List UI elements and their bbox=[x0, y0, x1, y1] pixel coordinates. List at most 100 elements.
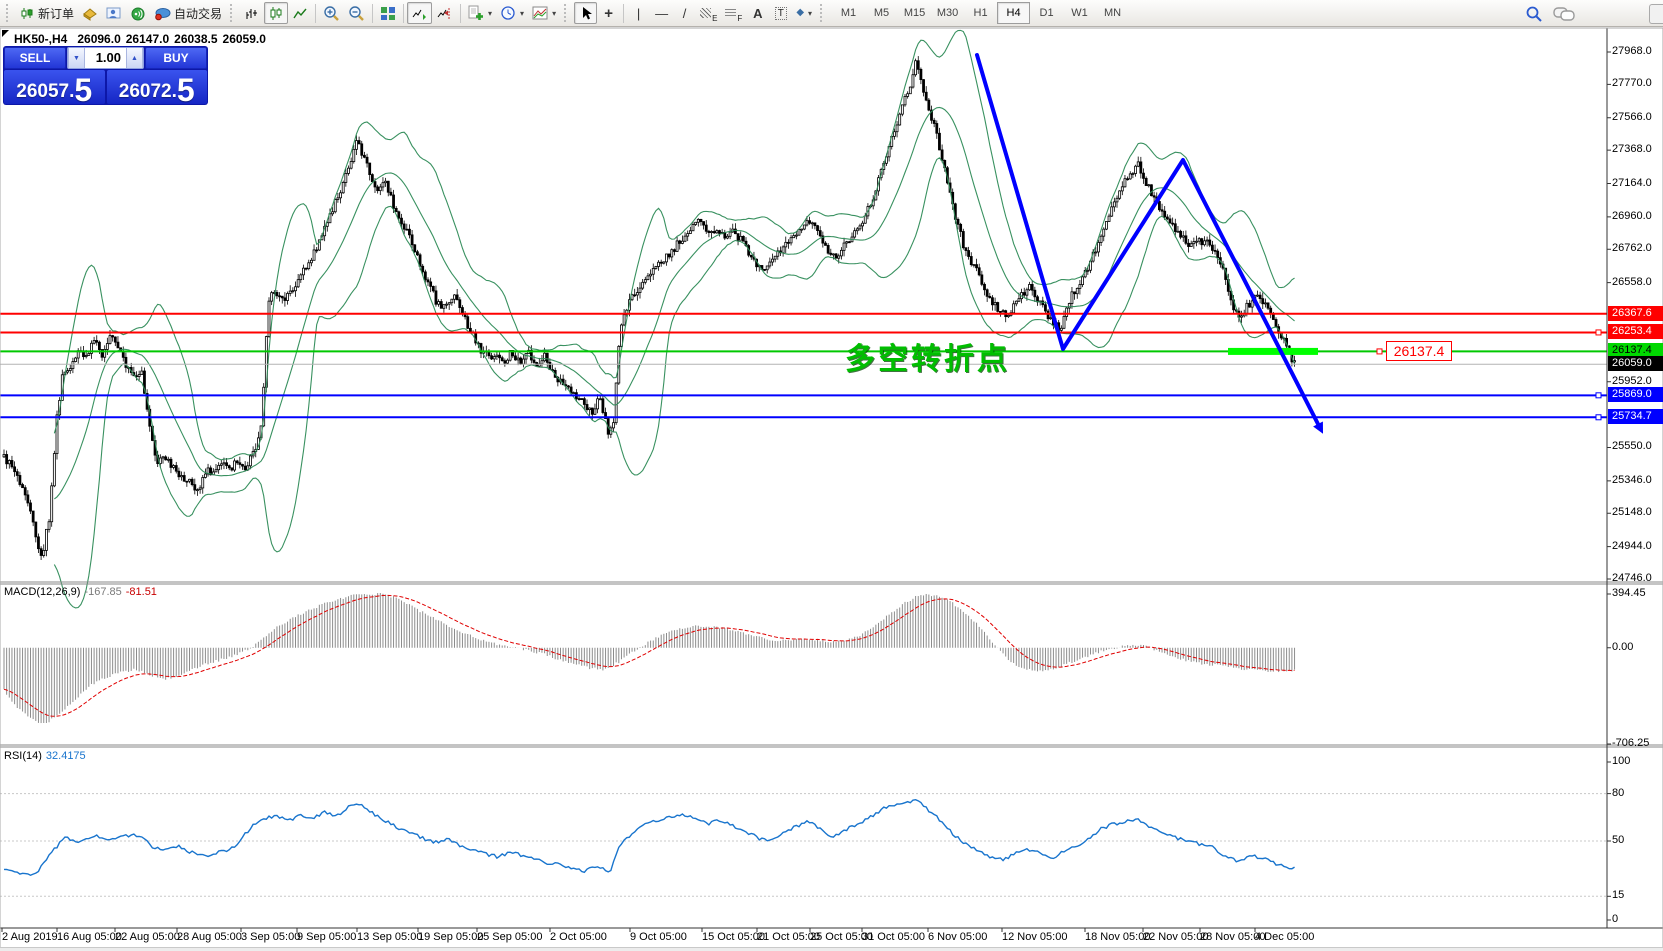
time-axis-label: 6 Nov 05:00 bbox=[928, 931, 987, 943]
support-highlight-segment[interactable] bbox=[1228, 348, 1318, 355]
price-line-label: 26059.0 bbox=[1608, 356, 1663, 371]
buy-button[interactable]: BUY bbox=[145, 47, 207, 69]
rsi-indicator-label: RSI(14)32.4175 bbox=[4, 750, 86, 762]
timeframe-toolbar: M1M5M15M30H1H4D1W1MN bbox=[832, 2, 1129, 24]
text-button[interactable]: A bbox=[746, 2, 769, 24]
trendline-button[interactable]: / bbox=[673, 2, 696, 24]
buy-price-box[interactable]: 26072.5 bbox=[107, 70, 208, 104]
new-order-button[interactable]: 新订单 bbox=[16, 2, 78, 24]
rsi-axis-tick: 15 bbox=[1612, 889, 1624, 901]
chat-icon[interactable] bbox=[1553, 5, 1575, 23]
clipped-toolbar-icon[interactable] bbox=[1649, 4, 1663, 24]
timeframe-button-m1[interactable]: M1 bbox=[832, 2, 865, 24]
chart-shift-button[interactable] bbox=[432, 2, 457, 24]
price-tag-anchor-handle[interactable] bbox=[1377, 349, 1382, 354]
arrows-button[interactable]: ◆ ▾ bbox=[792, 2, 816, 24]
status-strip bbox=[0, 947, 1663, 951]
time-axis-label: 15 Oct 05:00 bbox=[702, 931, 765, 943]
profile-button[interactable] bbox=[102, 2, 126, 24]
timeframe-button-m5[interactable]: M5 bbox=[865, 2, 898, 24]
dropdown-arrow-icon: ▾ bbox=[552, 9, 556, 18]
toolbar-grip[interactable] bbox=[564, 4, 570, 22]
price-axis-tick: 26762.0 bbox=[1612, 242, 1652, 254]
line-chart-button[interactable] bbox=[288, 2, 312, 24]
search-icon[interactable] bbox=[1525, 5, 1543, 23]
timeframe-button-w1[interactable]: W1 bbox=[1063, 2, 1096, 24]
tile-windows-button[interactable] bbox=[376, 2, 400, 24]
candlestick-chart-button[interactable] bbox=[264, 2, 288, 24]
toolbar-grip[interactable] bbox=[6, 4, 12, 22]
price-tag-label[interactable]: 26137.4 bbox=[1386, 341, 1452, 361]
trendline-icon: / bbox=[683, 7, 687, 20]
sell-button[interactable]: SELL bbox=[4, 47, 66, 69]
timeframe-button-h1[interactable]: H1 bbox=[964, 2, 997, 24]
annotation-text[interactable]: 多空转折点 bbox=[845, 334, 1010, 378]
price-axis-tick: 24944.0 bbox=[1612, 540, 1652, 552]
rsi-axis-tick: 0 bbox=[1612, 913, 1618, 925]
timeframe-button-mn[interactable]: MN bbox=[1096, 2, 1129, 24]
horizontal-line-button[interactable]: — bbox=[650, 2, 673, 24]
timeframe-button-d1[interactable]: D1 bbox=[1030, 2, 1063, 24]
auto-scroll-icon bbox=[411, 6, 428, 21]
indicators-button[interactable]: ▾ bbox=[464, 2, 496, 24]
volume-down-button[interactable]: ▼ bbox=[68, 48, 85, 68]
price-line-label: 25734.7 bbox=[1608, 409, 1663, 424]
time-axis-label: 9 Sep 05:00 bbox=[297, 931, 356, 943]
fibonacci-letter: F bbox=[737, 14, 742, 23]
time-axis-label: 28 Aug 05:00 bbox=[177, 931, 242, 943]
vertical-line-button[interactable]: | bbox=[627, 2, 650, 24]
ohlc-open: 26096.0 bbox=[77, 32, 120, 46]
channel-letter: E bbox=[712, 14, 717, 23]
signals-button[interactable] bbox=[126, 2, 150, 24]
time-axis-label: 12 Nov 05:00 bbox=[1002, 931, 1067, 943]
time-axis-label: 13 Sep 05:00 bbox=[357, 931, 422, 943]
time-axis-label: 22 Aug 05:00 bbox=[115, 931, 180, 943]
zoom-in-button[interactable] bbox=[319, 2, 344, 24]
time-axis-label: 31 Oct 05:00 bbox=[862, 931, 925, 943]
price-axis-tick: 27968.0 bbox=[1612, 45, 1652, 57]
metaeditor-icon bbox=[82, 6, 98, 21]
timeframe-button-m15[interactable]: M15 bbox=[898, 2, 931, 24]
toolbar-grip[interactable] bbox=[230, 4, 236, 22]
price-axis-tick: 25550.0 bbox=[1612, 440, 1652, 452]
timeframe-button-m30[interactable]: M30 bbox=[931, 2, 964, 24]
fibonacci-button[interactable]: F bbox=[721, 2, 746, 24]
toolbar-separator bbox=[372, 4, 373, 23]
volume-stepper: ▼ 1.00 ▲ bbox=[67, 47, 144, 69]
time-axis-label: 22 Nov 05:00 bbox=[1143, 931, 1208, 943]
sell-price-box[interactable]: 26057.5 bbox=[4, 70, 105, 104]
chart-shift-icon bbox=[436, 6, 453, 21]
new-order-icon bbox=[20, 6, 35, 21]
autotrading-button[interactable]: 自动交易 bbox=[150, 2, 226, 24]
macd-main-value: -167.85 bbox=[84, 586, 121, 598]
bar-chart-button[interactable] bbox=[240, 2, 264, 24]
price-line-label: 26367.6 bbox=[1608, 306, 1663, 321]
sell-price-main: 26057. bbox=[16, 82, 74, 104]
timeframe-button-h4[interactable]: H4 bbox=[997, 2, 1030, 24]
zoom-out-button[interactable] bbox=[344, 2, 369, 24]
volume-input[interactable]: 1.00 bbox=[85, 48, 126, 68]
metaeditor-button[interactable] bbox=[78, 2, 102, 24]
toolbar-grip[interactable] bbox=[820, 4, 826, 22]
vertical-line-icon: | bbox=[637, 7, 640, 20]
symbol-corner-icon[interactable] bbox=[2, 30, 9, 37]
periods-button[interactable]: ▾ bbox=[496, 2, 528, 24]
rsi-value: 32.4175 bbox=[46, 750, 86, 762]
chart-canvas[interactable] bbox=[0, 0, 1663, 951]
time-axis-label: 25 Sep 05:00 bbox=[477, 931, 542, 943]
text-label-button[interactable]: T bbox=[769, 2, 792, 24]
templates-button[interactable]: ▾ bbox=[528, 2, 560, 24]
buy-price-main: 26072. bbox=[119, 82, 177, 104]
auto-scroll-button[interactable] bbox=[407, 2, 432, 24]
cursor-button[interactable] bbox=[574, 2, 597, 24]
periods-clock-icon bbox=[500, 5, 516, 21]
macd-axis-tick: -706.25 bbox=[1612, 737, 1649, 749]
price-axis-tick: 25148.0 bbox=[1612, 506, 1652, 518]
volume-up-button[interactable]: ▲ bbox=[126, 48, 143, 68]
chart-title: HK50-,H426096.026147.026038.526059.0 bbox=[14, 32, 271, 46]
toolbar-right-icons bbox=[1525, 0, 1575, 27]
zoom-in-icon bbox=[323, 5, 340, 21]
equidistant-channel-button[interactable]: E bbox=[696, 2, 721, 24]
time-axis-label: 9 Oct 05:00 bbox=[630, 931, 687, 943]
crosshair-button[interactable]: + bbox=[597, 2, 620, 24]
